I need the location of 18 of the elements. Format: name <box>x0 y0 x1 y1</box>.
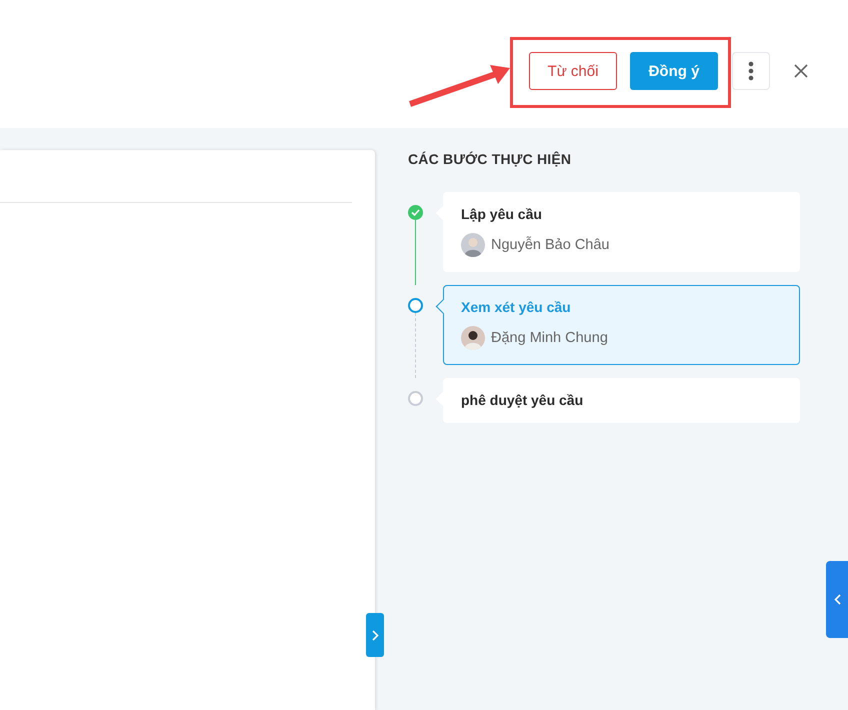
step-title: Xem xét yêu cầu <box>461 299 572 315</box>
reject-button[interactable]: Từ chối <box>529 52 617 90</box>
step-title: Lập yêu cầu <box>461 206 543 222</box>
chevron-right-icon <box>372 630 378 640</box>
avatar <box>461 326 485 350</box>
panel-title: CÁC BƯỚC THỰC HIỆN <box>408 151 572 167</box>
close-icon <box>794 64 808 78</box>
step-circle <box>408 298 423 313</box>
more-button[interactable] <box>732 52 770 90</box>
assignee-name: Nguyễn Bảo Châu <box>491 237 610 253</box>
avatar <box>461 233 485 257</box>
accept-button[interactable]: Đồng ý <box>630 52 718 90</box>
assignee-name: Đặng Minh Chung <box>491 330 608 346</box>
step-circle <box>408 391 423 406</box>
more-icon <box>748 61 754 81</box>
chevron-left-icon <box>834 594 840 605</box>
expand-button[interactable] <box>366 613 384 657</box>
step-title: phê duyệt yêu cầu <box>461 392 584 408</box>
